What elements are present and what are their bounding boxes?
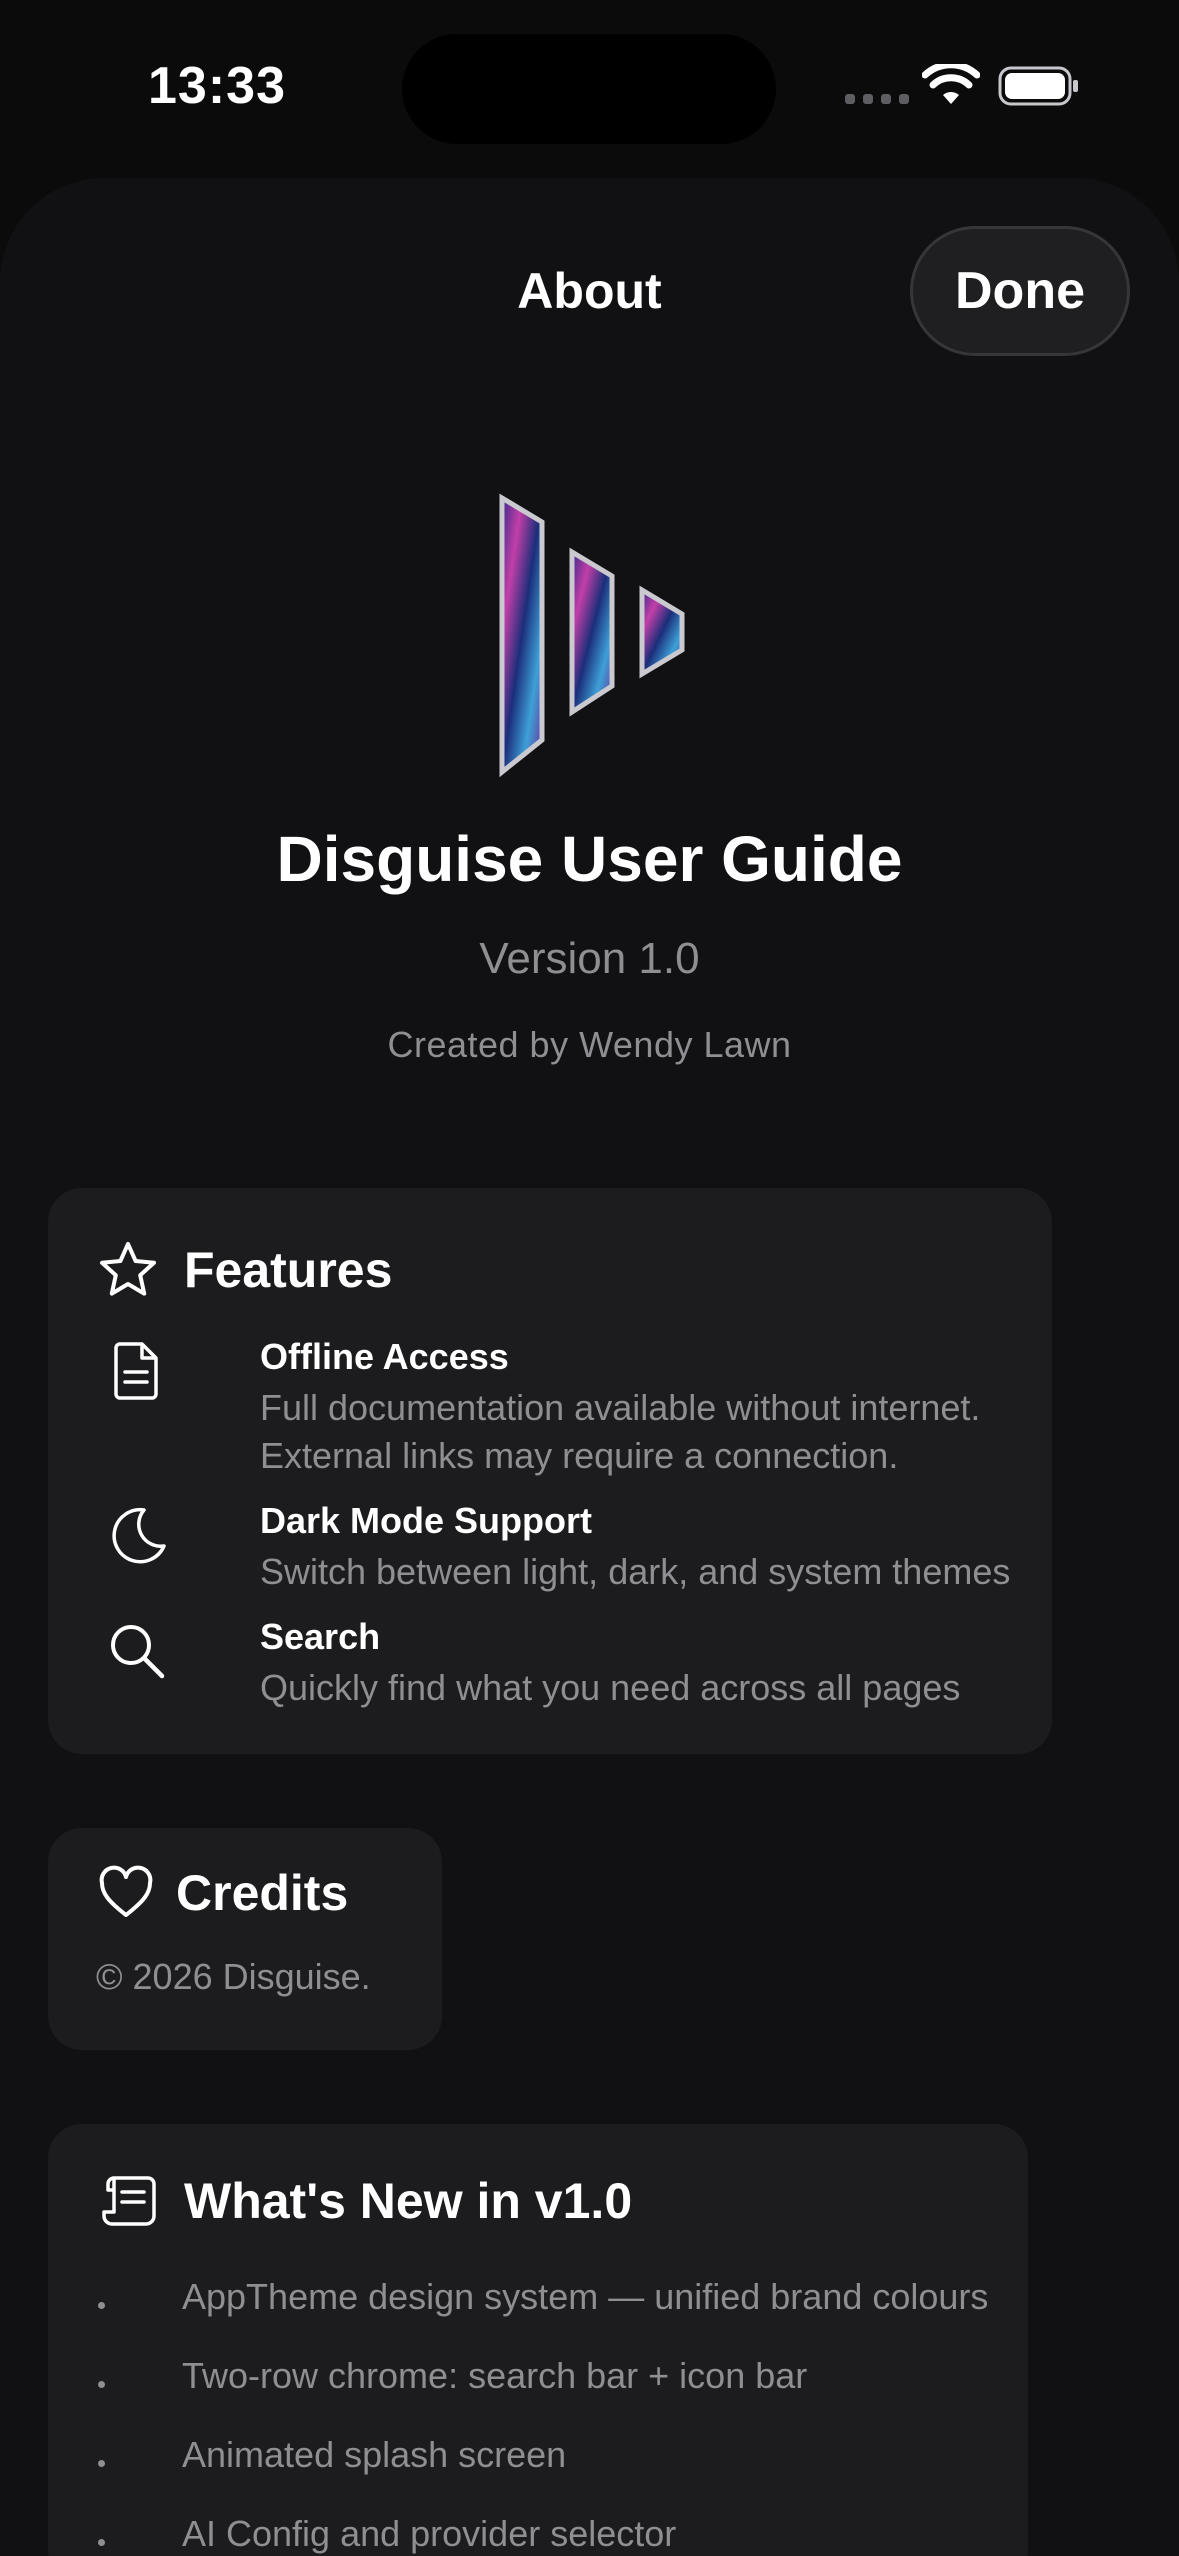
status-time: 13:33 [148,57,286,115]
feature-title: Dark Mode Support [260,1500,593,1541]
feature-title: Search [260,1616,381,1657]
feature-title: Offline Access [260,1336,509,1377]
dynamic-island [402,34,776,144]
whats-new-title: What's New in v1.0 [184,2173,633,2229]
screen: 13:33 About Done Disguise User Guide Ver… [0,0,1179,2556]
credits-title: Credits [176,1865,349,1921]
credits-header: Credits [98,1864,348,1922]
feature-description: Quickly find what you need across all pa… [260,1667,961,1708]
star-icon [100,1242,156,1296]
app-title: Disguise User Guide [276,823,903,895]
status-bar: 13:33 [0,0,1179,170]
feature-description: Full documentation available without int… [260,1387,981,1476]
wifi-icon [922,64,980,104]
moon-icon [112,1507,166,1564]
list-item: AppTheme design system — unified brand c… [96,2276,1016,2355]
document-icon [114,1342,158,1400]
battery-icon [998,66,1078,106]
credits-card: Credits © 2026 Disguise. [48,1828,442,2050]
search-icon [111,1625,165,1679]
disguise-logo-icon [499,493,685,778]
credits-text: © 2026 Disguise. [96,1956,371,1997]
features-title: Features [184,1242,393,1298]
features-header: Features [98,1240,392,1300]
list-item: Animated splash screen [96,2434,1016,2513]
feature-description: Switch between light, dark, and system t… [260,1551,1011,1592]
list-item: AI Config and provider selector [96,2513,1016,2556]
app-author: Created by Wendy Lawn [387,1024,792,1065]
list-item: Two-row chrome: search bar + icon bar [96,2355,1016,2434]
scroll-icon [102,2176,156,2226]
whats-new-card: What's New in v1.0 AppTheme design syste… [48,2124,1028,2556]
cellular-signal-icon [845,94,909,104]
features-card: Features Offline Access Full documentati… [48,1188,1052,1754]
heart-icon [99,1865,153,1917]
whats-new-header: What's New in v1.0 [100,2172,632,2230]
whats-new-list: AppTheme design system — unified brand c… [96,2276,1016,2556]
app-version: Version 1.0 [479,934,700,983]
done-button[interactable]: Done [910,226,1130,356]
